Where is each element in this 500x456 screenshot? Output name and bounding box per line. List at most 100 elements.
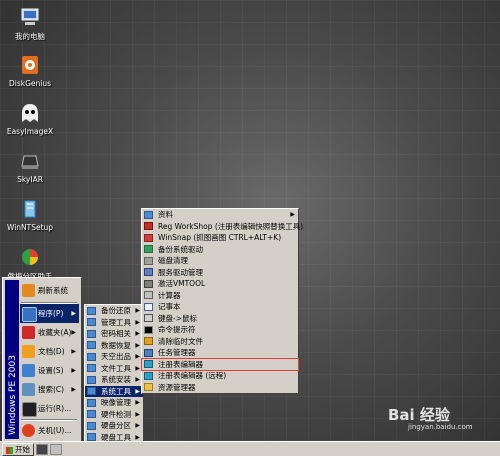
folder-icon <box>87 352 96 361</box>
folder-icon <box>87 410 96 418</box>
system-tools-item[interactable]: 激活VMTOOL <box>142 278 298 290</box>
programs-item[interactable]: 数据恢复 ▶ <box>85 340 143 352</box>
system-tools-item-docs[interactable]: 资料 ▶ <box>142 209 298 221</box>
submenu-arrow-icon: ▶ <box>135 364 140 372</box>
desktop-icon-skyiar[interactable]: SkyIAR <box>0 150 60 184</box>
folder-icon <box>87 387 96 395</box>
system-tools-item[interactable]: 资源管理器 <box>142 382 298 394</box>
desktop-icon-label: DiskGenius <box>8 79 52 88</box>
programs-item[interactable]: 天空出品 ▶ <box>85 351 143 363</box>
system-tools-item[interactable]: 命令提示符 <box>142 324 298 336</box>
quicklaunch-explorer-icon[interactable] <box>50 444 62 455</box>
winntsetup-icon <box>19 198 41 220</box>
submenu-arrow-icon: ▶ <box>71 386 76 393</box>
vmtool-icon <box>144 279 153 288</box>
folder-icon <box>87 421 96 430</box>
programs-item[interactable]: 系统安装 ▶ <box>85 374 143 386</box>
programs-item-system-tools[interactable]: 系统工具 ▶ <box>85 385 143 397</box>
start-item-run[interactable]: 运行(R)... <box>20 399 79 418</box>
system-tools-item[interactable]: 服务驱动管理 <box>142 267 298 279</box>
desktop-icon-label: WinNTSetup <box>6 223 54 232</box>
folder-icon <box>87 341 96 349</box>
submenu-arrow-icon: ▶ <box>135 387 140 395</box>
start-item-search[interactable]: 搜索(C) ▶ <box>20 380 79 399</box>
submenu-arrow-icon: ▶ <box>135 410 140 418</box>
submenu-arrow-icon: ▶ <box>135 422 140 429</box>
command-prompt-icon <box>144 325 153 334</box>
desktop-icon-diskgenius[interactable]: DiskGenius <box>0 54 60 88</box>
settings-icon <box>22 364 35 377</box>
easyimagex-icon <box>19 102 41 124</box>
desktop-icon-label: SkyIAR <box>17 175 43 184</box>
system-tools-item[interactable]: 磁盘清理 <box>142 255 298 267</box>
submenu-arrow-icon: ▶ <box>135 376 140 383</box>
start-item-favorites[interactable]: 收藏夹(A) ▶ <box>20 323 79 342</box>
registry-editor-remote-icon <box>144 371 153 380</box>
programs-item[interactable]: 密码相关 ▶ <box>85 328 143 340</box>
desktop-icon-easyimagex[interactable]: EasyImageX <box>0 102 60 136</box>
submenu-arrow-icon: ▶ <box>71 310 76 317</box>
keyboard-mouse-icon <box>144 314 153 322</box>
start-menu-banner: Windows PE 2003 <box>5 280 19 439</box>
skyiar-icon <box>19 150 41 172</box>
folder-icon <box>87 318 96 326</box>
programs-item[interactable]: 管理工具 ▶ <box>85 317 143 329</box>
folder-icon <box>87 375 96 384</box>
submenu-arrow-icon: ▶ <box>135 353 140 360</box>
submenu-arrow-icon: ▶ <box>135 341 140 349</box>
system-tools-item[interactable]: Reg WorkShop (注册表编辑快照替换工具) <box>142 221 303 233</box>
system-tools-item[interactable]: WinSnap (抓图画图 CTRL+ALT+K) <box>142 232 298 244</box>
system-tools-item[interactable]: 任务管理器 <box>142 347 298 359</box>
driver-backup-icon <box>144 245 153 253</box>
programs-item[interactable]: 硬件检测 ▶ <box>85 409 143 421</box>
start-menu: Windows PE 2003 刷新系统 程序(P) ▶ 收藏夹(A) ▶ 文档… <box>2 277 82 442</box>
system-tools-item[interactable]: 计算器 <box>142 290 298 302</box>
programs-item[interactable]: 备份还原 ▶ <box>85 305 143 317</box>
submenu-arrow-icon: ▶ <box>135 307 140 314</box>
disk-cleanup-icon <box>144 256 153 265</box>
shutdown-icon <box>22 424 35 437</box>
folder-icon <box>87 329 96 338</box>
system-tools-item[interactable]: 记事本 <box>142 301 298 313</box>
service-manager-icon <box>144 268 153 276</box>
submenu-arrow-icon: ▶ <box>71 329 76 336</box>
submenu-arrow-icon: ▶ <box>135 330 140 337</box>
desktop-icon-computer[interactable]: 我的电脑 <box>0 6 60 42</box>
start-item-programs[interactable]: 程序(P) ▶ <box>20 304 79 323</box>
system-tools-item[interactable]: 备份系统驱动 <box>142 244 298 256</box>
start-item-refresh-system[interactable]: 刷新系统 <box>20 281 79 300</box>
search-icon <box>22 383 35 396</box>
system-tools-item[interactable]: 清除临时文件 <box>142 336 298 348</box>
system-tools-submenu: 资料 ▶ Reg WorkShop (注册表编辑快照替换工具) WinSnap (… <box>141 208 303 394</box>
start-item-documents[interactable]: 文档(D) ▶ <box>20 342 79 361</box>
programs-icon <box>22 307 37 322</box>
programs-item[interactable]: 映像管理 ▶ <box>85 397 143 409</box>
winsnap-icon <box>144 233 153 242</box>
programs-item[interactable]: 文件工具 ▶ <box>85 363 143 375</box>
start-item-shutdown[interactable]: 关机(U)... <box>20 421 79 440</box>
start-item-settings[interactable]: 设置(S) ▶ <box>20 361 79 380</box>
refresh-icon <box>22 284 35 297</box>
calculator-icon <box>144 291 153 299</box>
system-tools-item-registry-editor[interactable]: 注册表编辑器 <box>141 357 299 371</box>
windows-logo-icon <box>6 446 13 454</box>
folder-icon <box>87 433 96 441</box>
desktop-icon-label: 我的电脑 <box>15 32 45 41</box>
registry-editor-icon <box>144 360 153 368</box>
run-icon <box>22 402 37 417</box>
favorites-icon <box>22 326 35 339</box>
start-button[interactable]: 开始 <box>2 443 34 456</box>
folder-icon <box>87 306 96 315</box>
folder-icon <box>87 398 96 407</box>
programs-item[interactable]: 硬盘分区 ▶ <box>85 420 143 432</box>
quicklaunch-cmd-icon[interactable] <box>36 444 48 455</box>
task-manager-icon <box>144 348 153 357</box>
desktop-icon-label: EasyImageX <box>6 127 54 136</box>
submenu-arrow-icon: ▶ <box>290 211 295 218</box>
system-tools-item[interactable]: 键盘->鼠标 <box>142 313 298 325</box>
system-tools-item[interactable]: 注册表编辑器 (远程) <box>142 370 298 382</box>
taskbar: 开始 <box>0 441 500 456</box>
baidu-watermark: Bai 经验 jingyan.baidu.com <box>388 406 473 431</box>
folder-icon <box>144 210 153 219</box>
desktop-icon-winntsetup[interactable]: WinNTSetup <box>0 198 60 232</box>
